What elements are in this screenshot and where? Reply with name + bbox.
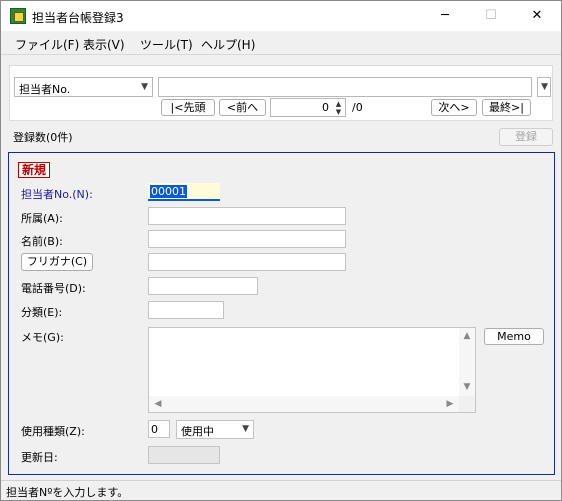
chevron-down-icon: ▼ <box>141 82 148 92</box>
mode-badge: 新規 <box>18 162 51 178</box>
scroll-left-icon[interactable]: ◀ <box>150 399 166 409</box>
next-record-button[interactable]: 次へ> <box>431 99 477 116</box>
minimize-button[interactable]: ─ <box>422 1 468 31</box>
app-icon <box>10 8 26 24</box>
phone-label: 電話番号(D): <box>21 282 86 295</box>
title-bar: 担当者台帳登録3 ─ ☐ ✕ <box>1 1 561 31</box>
affiliation-field[interactable] <box>148 207 346 225</box>
stepper-arrows[interactable]: ▲ ▼ <box>333 100 344 116</box>
window-title: 担当者台帳登録3 <box>32 11 124 25</box>
record-index-stepper[interactable]: 0 ▲ ▼ <box>270 98 346 117</box>
menu-file[interactable]: ファイル(F) <box>15 36 79 53</box>
search-keyword-input[interactable] <box>158 77 532 97</box>
usage-select[interactable]: 使用中 ▼ <box>176 420 254 439</box>
record-form: 新規 担当者No.(N): 00001 所属(A): 名前(B): フリガナ(C… <box>8 152 555 475</box>
menu-view[interactable]: 表示(V) <box>83 36 125 53</box>
search-key-value: 担当者No. <box>19 83 71 96</box>
staff-no-value: 00001 <box>150 185 187 198</box>
staff-no-field[interactable]: 00001 <box>148 183 220 201</box>
search-key-select[interactable]: 担当者No. ▼ <box>14 77 153 97</box>
close-button[interactable]: ✕ <box>514 1 560 31</box>
search-keyword-dropdown[interactable]: ▼ <box>537 77 551 97</box>
usage-code-value: 0 <box>151 423 158 436</box>
memo-button[interactable]: Memo <box>484 328 544 345</box>
chevron-down-icon: ▼ <box>541 82 548 92</box>
chevron-down-icon: ▼ <box>242 424 249 434</box>
record-index-value: 0 <box>322 101 329 114</box>
usage-code-field[interactable]: 0 <box>148 420 170 438</box>
furigana-field[interactable] <box>148 253 346 271</box>
category-field[interactable] <box>148 301 224 319</box>
name-field[interactable] <box>148 230 346 248</box>
scrollbar-corner <box>459 396 475 412</box>
menu-bar: ファイル(F) 表示(V) ツール(T) ヘルプ(H) <box>1 31 561 55</box>
updated-label: 更新日: <box>21 451 58 464</box>
memo-textarea[interactable]: ▲ ▼ ◀ ▶ <box>148 327 476 413</box>
search-panel: 担当者No. ▼ ▼ |<先頭 <前へ 0 ▲ ▼ /0 次へ> 最終>| <box>9 65 553 121</box>
main-window: 担当者台帳登録3 ─ ☐ ✕ ファイル(F) 表示(V) ツール(T) ヘルプ(… <box>0 0 562 501</box>
register-button[interactable]: 登録 <box>499 128 553 146</box>
record-total: /0 <box>352 101 363 114</box>
affiliation-label: 所属(A): <box>21 212 63 225</box>
scroll-down-icon[interactable]: ▼ <box>459 382 475 392</box>
maximize-button: ☐ <box>485 8 497 23</box>
status-text: 担当者Nºを入力します。 <box>6 486 129 499</box>
menu-tools[interactable]: ツール(T) <box>140 36 193 53</box>
usage-select-value: 使用中 <box>181 425 214 438</box>
status-bar: 担当者Nºを入力します。 <box>1 480 561 500</box>
menu-help[interactable]: ヘルプ(H) <box>201 36 255 53</box>
usage-label: 使用種類(Z): <box>21 425 85 438</box>
memo-label: メモ(G): <box>21 331 64 344</box>
memo-vertical-scrollbar[interactable]: ▲ ▼ <box>459 328 475 397</box>
updated-field <box>148 446 220 464</box>
staff-no-label: 担当者No.(N): <box>21 188 93 201</box>
furigana-button[interactable]: フリガナ(C) <box>21 253 93 271</box>
phone-field[interactable] <box>148 277 258 295</box>
category-label: 分類(E): <box>21 306 63 319</box>
stepper-up-icon[interactable]: ▲ <box>333 100 344 108</box>
last-record-button[interactable]: 最終>| <box>482 99 531 116</box>
scroll-right-icon[interactable]: ▶ <box>442 399 458 409</box>
record-count: 登録数(0件) <box>13 131 73 144</box>
prev-record-button[interactable]: <前へ <box>219 99 266 116</box>
name-label: 名前(B): <box>21 235 63 248</box>
first-record-button[interactable]: |<先頭 <box>161 99 215 116</box>
scroll-up-icon[interactable]: ▲ <box>459 331 475 341</box>
stepper-down-icon[interactable]: ▼ <box>333 108 344 116</box>
memo-horizontal-scrollbar[interactable]: ◀ ▶ <box>149 396 459 412</box>
